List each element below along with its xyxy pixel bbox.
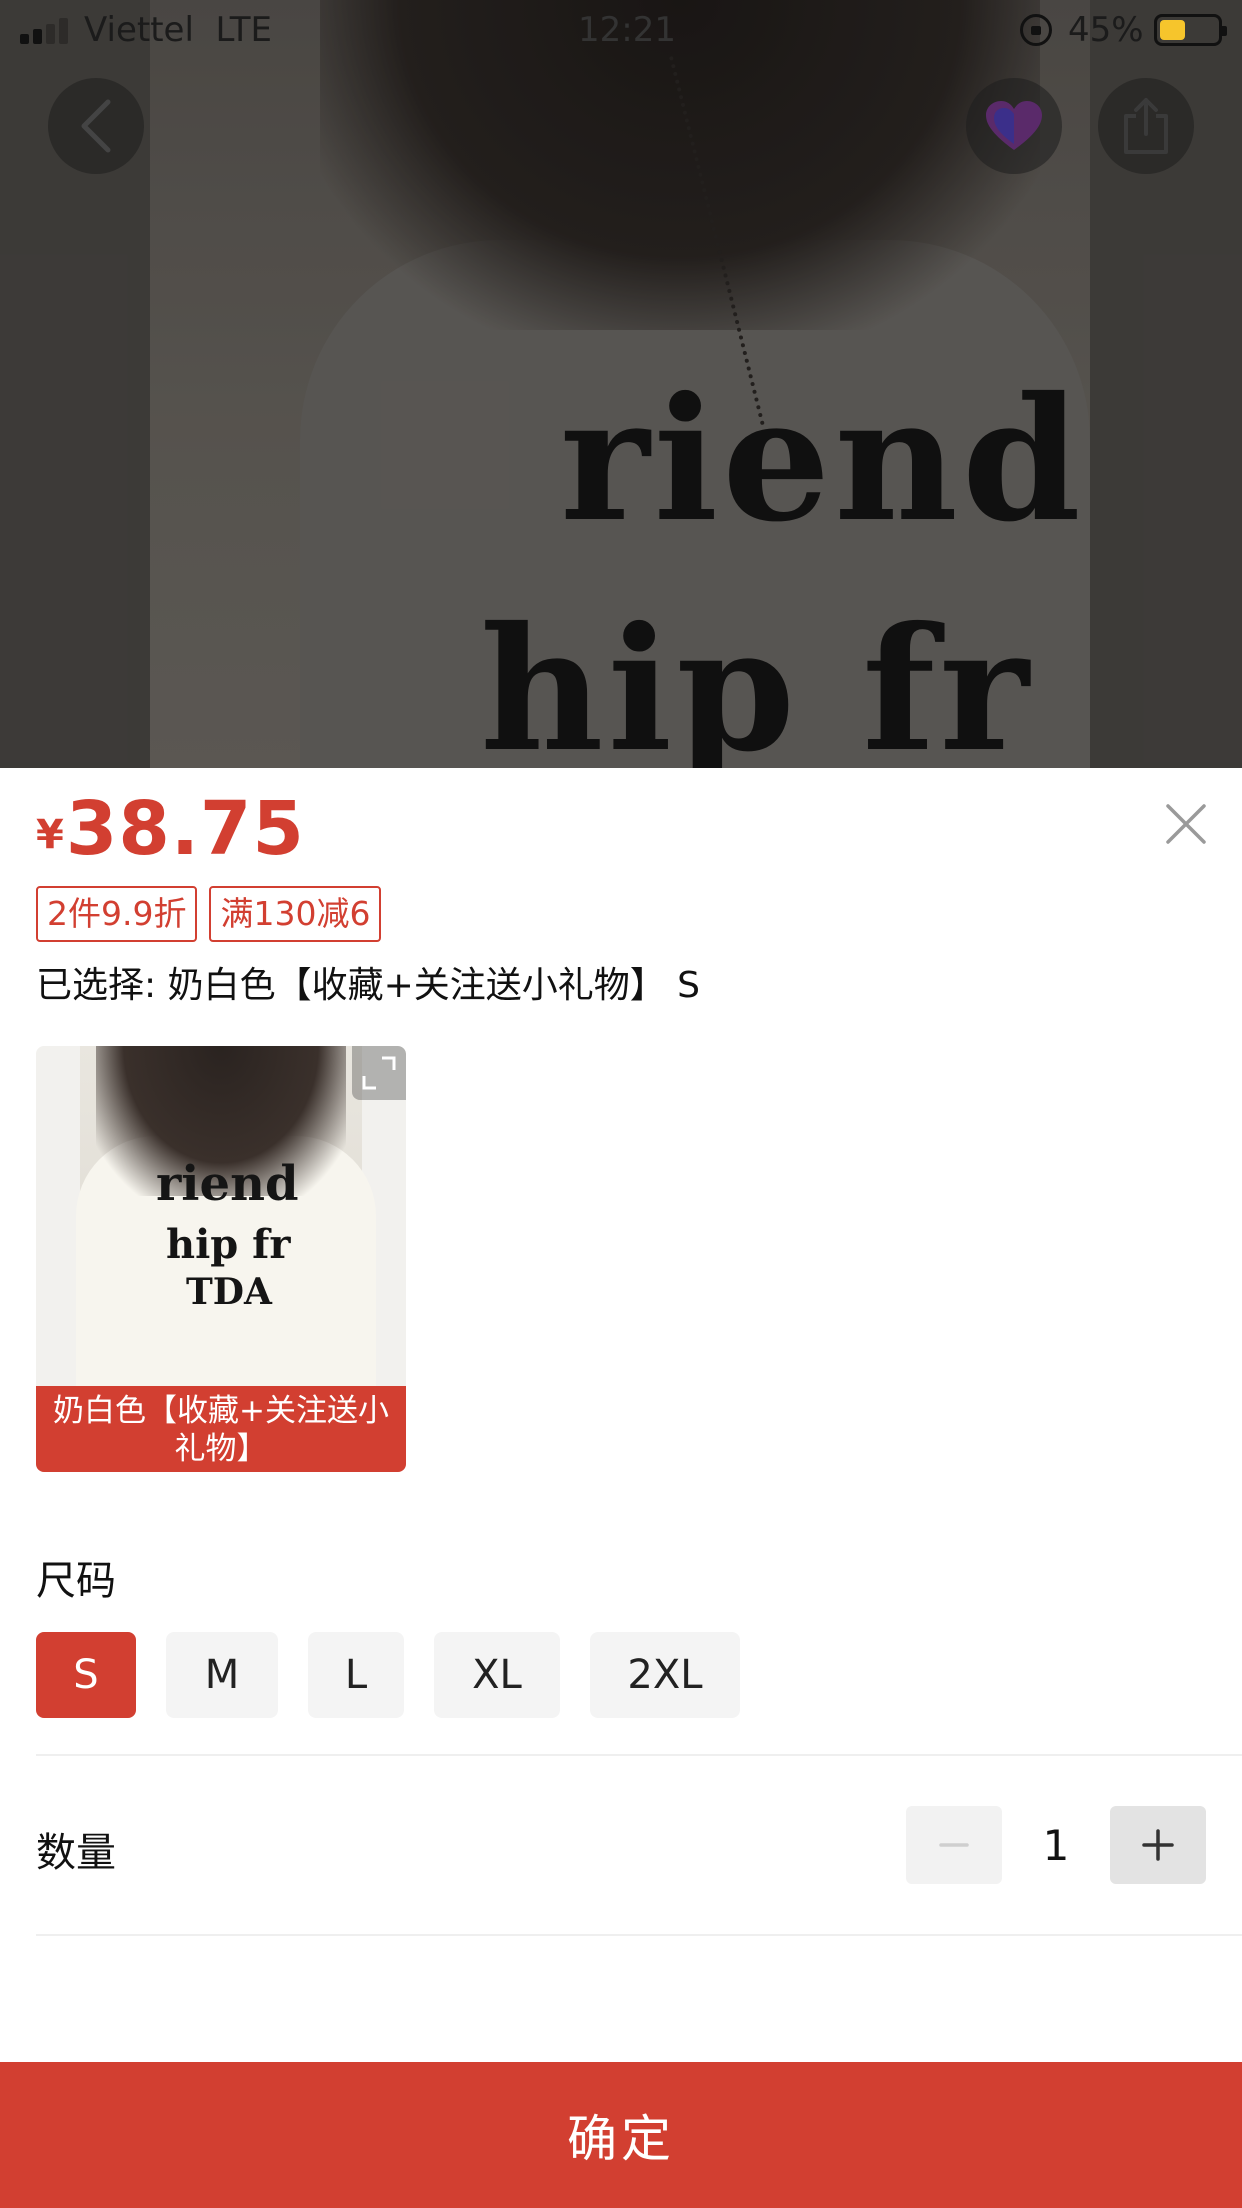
size-section-title: 尺码 — [36, 1558, 116, 1604]
product-price: ¥38.75 — [36, 786, 305, 872]
favorite-button[interactable] — [966, 78, 1062, 174]
thumb-print-text-2: hip fr — [166, 1221, 291, 1268]
variant-thumbnail: riend hip fr TDA — [36, 1046, 406, 1386]
network-type: LTE — [215, 10, 273, 50]
size-option-s[interactable]: S — [36, 1632, 136, 1718]
share-icon — [1124, 98, 1168, 154]
size-option-m[interactable]: M — [166, 1632, 278, 1718]
size-options: S M L XL 2XL — [36, 1632, 740, 1718]
selected-variant-summary: 已选择: 奶白色【收藏+关注送小礼物】 S — [36, 965, 701, 1006]
status-time: 12:21 — [578, 10, 676, 50]
currency-symbol: ¥ — [36, 812, 64, 858]
status-bar: Viettel LTE 12:21 45% — [0, 0, 1242, 60]
color-option-card[interactable]: riend hip fr TDA 奶白色【收藏+关注送小礼物】 — [36, 1046, 406, 1472]
size-option-xl[interactable]: XL — [434, 1632, 560, 1718]
size-option-l[interactable]: L — [308, 1632, 404, 1718]
thumb-print-text-1: riend — [156, 1156, 299, 1212]
promo-tag: 满130减6 — [209, 886, 382, 942]
promo-tag: 2件9.9折 — [36, 886, 198, 942]
quantity-increase-button[interactable] — [1110, 1806, 1206, 1884]
carrier-label: Viettel LTE — [84, 10, 273, 50]
signal-strength-icon — [20, 16, 72, 44]
battery-icon — [1154, 14, 1227, 46]
sku-selection-sheet: ¥38.75 2件9.9折 满130减6 已选择: 奶白色【收藏+关注送小礼物】… — [0, 768, 1242, 2208]
battery-level-fill — [1160, 20, 1185, 40]
share-button[interactable] — [1098, 78, 1194, 174]
orientation-lock-icon — [1020, 14, 1052, 46]
quantity-value[interactable]: 1 — [1002, 1821, 1110, 1870]
chevron-left-icon — [81, 99, 111, 153]
confirm-button[interactable]: 确定 — [0, 2062, 1242, 2208]
close-icon — [1166, 804, 1206, 844]
back-button[interactable] — [48, 78, 144, 174]
promo-tags: 2件9.9折 满130减6 — [36, 886, 382, 942]
quantity-decrease-button[interactable] — [906, 1806, 1002, 1884]
quantity-title: 数量 — [36, 1830, 116, 1876]
color-option-label: 奶白色【收藏+关注送小礼物】 — [36, 1386, 406, 1472]
heart-icon — [986, 101, 1042, 150]
expand-icon[interactable] — [352, 1046, 406, 1100]
minus-icon — [939, 1843, 969, 1847]
price-amount: 38.75 — [65, 786, 305, 872]
size-option-2xl[interactable]: 2XL — [590, 1632, 740, 1718]
divider — [36, 1934, 1242, 1936]
battery-percentage: 45% — [1068, 10, 1144, 50]
thumb-print-text-3: TDA — [186, 1271, 272, 1313]
divider — [36, 1754, 1242, 1756]
plus-icon — [1142, 1829, 1174, 1861]
close-button[interactable] — [1160, 798, 1212, 850]
quantity-stepper: 1 — [906, 1806, 1206, 1884]
